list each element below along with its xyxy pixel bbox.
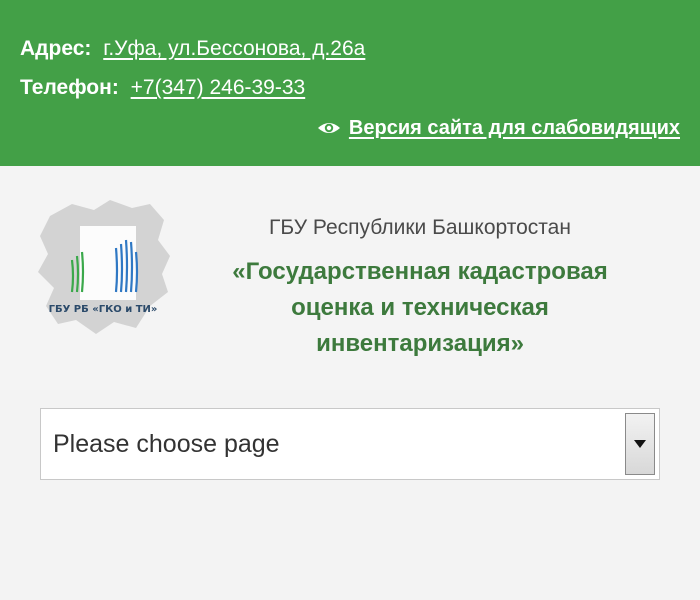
eye-icon	[317, 123, 340, 133]
contact-bar: Адрес: г.Уфа, ул.Бессонова, д.26а Телефо…	[0, 0, 700, 166]
organization-title-line: инвентаризация»	[316, 330, 524, 357]
triangle-down-icon	[634, 440, 646, 448]
organization-logo[interactable]: ГБУ РБ «ГКО и ТИ»	[32, 196, 174, 336]
organization-title-line: оценка и техническая	[291, 294, 549, 321]
accessibility-version-link[interactable]: Версия сайта для слабовидящих	[317, 115, 680, 141]
accessibility-version-label: Версия сайта для слабовидящих	[348, 117, 680, 139]
phone-label: Телефон:	[20, 76, 119, 99]
logo-caption: ГБУ РБ «ГКО и ТИ»	[49, 304, 158, 315]
address-label: Адрес:	[20, 37, 92, 60]
page-select-value: Please choose page	[53, 429, 280, 458]
organization-name-block: ГБУ Республики Башкортостан «Государстве…	[180, 214, 660, 362]
organization-title-line: «Государственная кадастровая	[232, 258, 608, 285]
site-header: ГБУ РБ «ГКО и ТИ» ГБУ Республики Башкорт…	[0, 166, 700, 390]
page-select[interactable]: Please choose page	[40, 408, 660, 480]
address-row: Адрес: г.Уфа, ул.Бессонова, д.26а	[20, 36, 365, 62]
organization-title: «Государственная кадастровая оценка и те…	[180, 254, 660, 362]
address-link[interactable]: г.Уфа, ул.Бессонова, д.26а	[103, 37, 365, 60]
phone-link[interactable]: +7(347) 246-39-33	[131, 76, 306, 99]
page: Адрес: г.Уфа, ул.Бессонова, д.26а Телефо…	[0, 0, 700, 600]
phone-row: Телефон: +7(347) 246-39-33	[20, 75, 305, 101]
page-select-dropdown-button[interactable]	[625, 413, 655, 475]
organization-subtitle: ГБУ Республики Башкортостан	[269, 216, 571, 239]
